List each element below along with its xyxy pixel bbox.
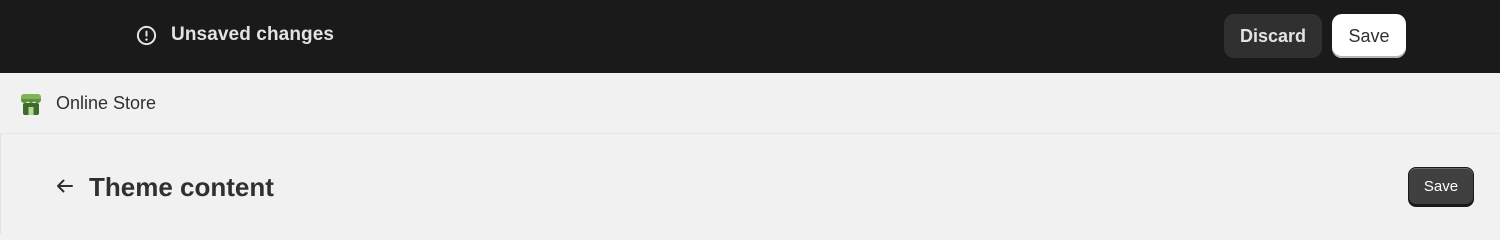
arrow-left-icon[interactable]: [53, 174, 77, 198]
app-header: Online Store: [0, 73, 1500, 134]
page-header: Theme content Save: [0, 134, 1500, 234]
storefront-icon: [18, 91, 44, 117]
discard-button[interactable]: Discard: [1224, 14, 1322, 58]
alert-circle-icon: [136, 25, 157, 46]
save-button[interactable]: Save: [1332, 14, 1406, 58]
unsaved-status-text: Unsaved changes: [171, 24, 335, 45]
contextual-save-bar: Unsaved changes Discard Save: [0, 0, 1500, 73]
unsaved-status: Unsaved changes: [136, 24, 334, 46]
page-save-button[interactable]: Save: [1408, 167, 1474, 205]
app-name[interactable]: Online Store: [56, 93, 156, 114]
page-title: Theme content: [89, 172, 274, 202]
